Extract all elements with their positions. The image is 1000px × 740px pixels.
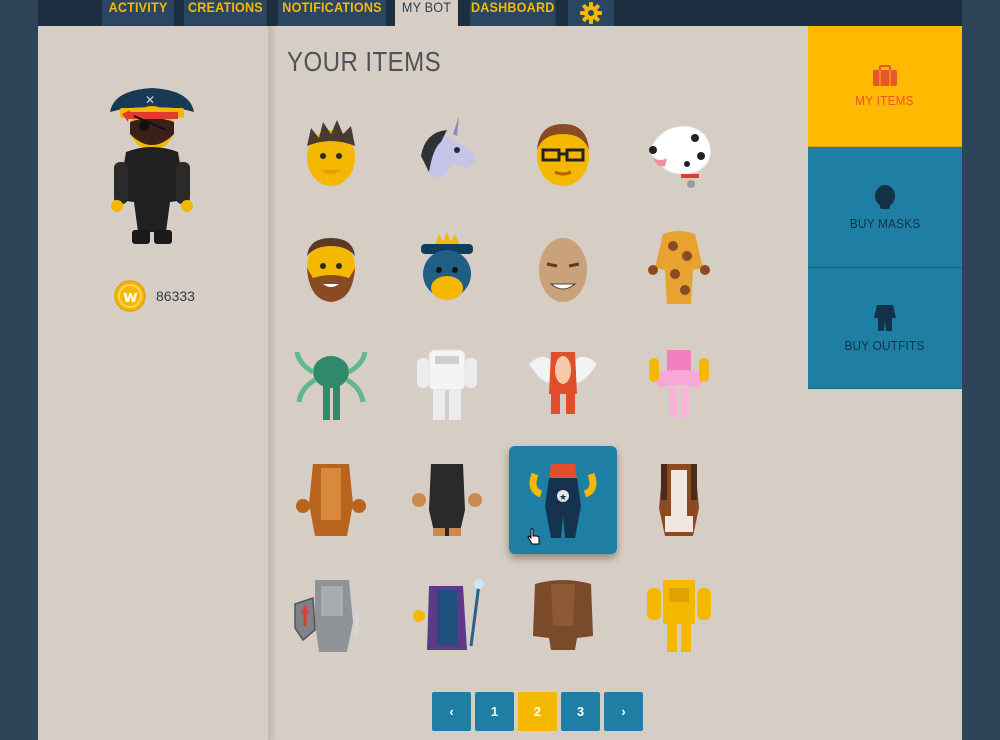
buy-masks-button[interactable]: BUY MASKS	[808, 147, 962, 268]
svg-text:w: w	[123, 287, 138, 306]
buy-masks-label: BUY MASKS	[849, 215, 921, 231]
tab-creations-label: CREATIONS	[187, 0, 263, 15]
page-3-button[interactable]: 3	[561, 692, 600, 731]
mask-icon	[875, 184, 895, 209]
tab-activity-label: ACTIVITY	[108, 0, 168, 15]
giraffe-outfit-icon	[648, 231, 710, 304]
item-knight-armor-outfit[interactable]	[277, 562, 385, 670]
spiky-hair-mask-icon	[307, 120, 355, 186]
item-pink-ballerina-outfit[interactable]	[625, 330, 733, 438]
avatar[interactable]: ✕	[104, 82, 200, 248]
coin-count: 86333	[156, 288, 195, 304]
item-beagle-outfit[interactable]	[625, 446, 733, 554]
coin-balance: w 86333	[114, 280, 195, 312]
dalmatian-mask-icon	[648, 125, 712, 188]
green-octopus-outfit-icon	[294, 351, 368, 420]
tab-notifications[interactable]: NOTIFICATIONS	[278, 0, 386, 26]
gold-robot-outfit-icon	[647, 580, 711, 652]
bigfoot-outfit-icon	[533, 580, 593, 650]
unicorn-mask-icon	[421, 116, 475, 178]
item-red-dragon-outfit[interactable]	[509, 330, 617, 438]
tab-dashboard-label: DASHBOARD	[470, 0, 555, 15]
app-frame: ACTIVITY CREATIONS NOTIFICATIONS MY BOT …	[38, 0, 962, 740]
top-nav: ACTIVITY CREATIONS NOTIFICATIONS MY BOT …	[38, 0, 962, 26]
item-gold-robot-outfit[interactable]	[625, 562, 733, 670]
item-green-octopus-outfit[interactable]	[277, 330, 385, 438]
item-unicorn-mask[interactable]	[393, 98, 501, 206]
page-1-button[interactable]: 1	[475, 692, 514, 731]
knight-armor-outfit-icon	[294, 580, 359, 652]
gear-icon	[580, 2, 602, 24]
item-blue-king-mask[interactable]	[393, 214, 501, 322]
glasses-man-mask-icon	[537, 124, 589, 186]
page-2-button[interactable]: 2	[518, 692, 557, 731]
store-sidebar: MY ITEMS BUY MASKS BUY OUTFITS	[808, 26, 962, 389]
bag-icon	[873, 64, 897, 86]
red-dragon-outfit-icon	[528, 352, 598, 414]
coin-w-icon: w	[114, 280, 146, 312]
item-black-dog-outfit[interactable]	[393, 446, 501, 554]
pagination: ‹ 1 2 3 ›	[432, 692, 643, 731]
buy-outfits-button[interactable]: BUY OUTFITS	[808, 268, 962, 389]
my-items-label: MY ITEMS	[855, 92, 915, 108]
tab-notifications-label: NOTIFICATIONS	[282, 0, 382, 15]
item-wizard-outfit[interactable]	[393, 562, 501, 670]
profile-panel: ✕ w 86333	[38, 26, 271, 740]
astronaut-outfit-icon	[417, 349, 477, 420]
bald-man-mask-icon	[539, 238, 587, 302]
item-spiky-hair-mask[interactable]	[277, 98, 385, 206]
item-bigfoot-outfit[interactable]	[509, 562, 617, 670]
black-dog-outfit-icon	[412, 464, 482, 536]
tab-my-bot-label: MY BOT	[401, 0, 452, 15]
lion-outfit-icon	[296, 464, 366, 536]
wizard-outfit-icon	[413, 579, 484, 650]
tab-dashboard[interactable]: DASHBOARD	[470, 0, 556, 26]
item-lion-outfit[interactable]	[277, 446, 385, 554]
tab-activity[interactable]: ACTIVITY	[102, 0, 174, 26]
tab-my-bot[interactable]: MY BOT	[395, 0, 458, 26]
item-bearded-man-mask[interactable]	[277, 214, 385, 322]
next-page-button[interactable]: ›	[604, 692, 643, 731]
svg-text:✕: ✕	[145, 93, 155, 107]
blue-king-mask-icon	[421, 232, 473, 300]
pink-ballerina-outfit-icon	[649, 350, 709, 418]
tab-creations[interactable]: CREATIONS	[184, 0, 267, 26]
beagle-outfit-icon	[659, 464, 699, 536]
buy-outfits-label: BUY OUTFITS	[844, 337, 926, 353]
bearded-man-mask-icon	[307, 238, 355, 302]
item-giraffe-outfit[interactable]	[625, 214, 733, 322]
page-title: YOUR ITEMS	[287, 46, 442, 77]
item-astronaut-outfit[interactable]	[393, 330, 501, 438]
item-dalmatian-mask[interactable]	[625, 98, 733, 206]
svg-text:★: ★	[559, 493, 567, 503]
my-items-button[interactable]: MY ITEMS	[808, 26, 962, 147]
prev-page-button[interactable]: ‹	[432, 692, 471, 731]
outfit-icon	[874, 304, 896, 331]
item-sheriff-outfit[interactable]: ★	[509, 446, 617, 554]
item-glasses-man-mask[interactable]	[509, 98, 617, 206]
cursor-hand-icon	[527, 528, 540, 545]
item-bald-man-mask[interactable]	[509, 214, 617, 322]
settings-button[interactable]	[568, 0, 614, 26]
items-panel: YOUR ITEMS ★ ‹ 1 2 3 ›	[271, 26, 808, 740]
